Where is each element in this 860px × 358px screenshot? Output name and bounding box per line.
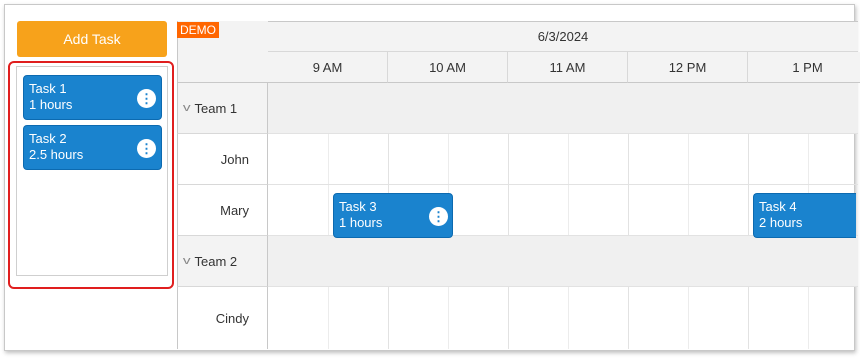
hour-label: 12 PM xyxy=(668,59,707,75)
kebab-menu-icon[interactable]: ⋮ xyxy=(137,139,156,158)
event-title: Task 4 xyxy=(759,199,797,214)
date-header-label: 6/3/2024 xyxy=(537,29,589,44)
row-header-john: John xyxy=(177,134,268,185)
grid-row-cindy[interactable] xyxy=(268,287,858,349)
queue-task[interactable]: Task 2 2.5 hours ⋮ xyxy=(23,125,162,170)
hour-label: 1 PM xyxy=(792,59,823,75)
event-task-3[interactable]: Task 3 1 hours ⋮ xyxy=(333,193,453,238)
chevron-down-icon[interactable]: v xyxy=(183,255,191,267)
row-header-mary: Mary xyxy=(177,185,268,236)
hour-header: 9 AM xyxy=(268,52,388,83)
queue-task[interactable]: Task 1 1 hours ⋮ xyxy=(23,75,162,120)
hour-header: 11 AM xyxy=(508,52,628,83)
row-label: Mary xyxy=(220,202,249,218)
hour-header: 10 AM xyxy=(388,52,508,83)
row-header-cindy: Cindy xyxy=(177,287,268,349)
hour-header: 12 PM xyxy=(628,52,748,83)
hour-label: 10 AM xyxy=(429,59,466,75)
row-header-team-1[interactable]: v Team 1 xyxy=(177,83,268,134)
row-label: John xyxy=(220,151,249,167)
hour-label: 9 AM xyxy=(312,59,343,75)
grid-row-john[interactable] xyxy=(268,134,858,185)
hour-header: 1 PM xyxy=(748,52,860,83)
chevron-down-icon[interactable]: v xyxy=(183,102,191,114)
event-duration: 2 hours xyxy=(759,215,803,230)
add-task-button[interactable]: Add Task xyxy=(17,21,167,57)
demo-badge: DEMO xyxy=(177,22,219,38)
grid-row-team-2 xyxy=(268,236,858,287)
kebab-menu-icon[interactable]: ⋮ xyxy=(137,89,156,108)
grid-row-team-1 xyxy=(268,83,858,134)
event-task-4[interactable]: Task 4 2 hours xyxy=(753,193,856,238)
row-label: Cindy xyxy=(215,310,249,326)
date-header: 6/3/2024 xyxy=(268,21,858,52)
kebab-menu-icon[interactable]: ⋮ xyxy=(429,207,448,226)
row-label: Team 1 xyxy=(194,100,238,116)
row-header-team-2[interactable]: v Team 2 xyxy=(177,236,268,287)
hour-label: 11 AM xyxy=(549,59,586,75)
row-label: Team 2 xyxy=(194,253,238,269)
